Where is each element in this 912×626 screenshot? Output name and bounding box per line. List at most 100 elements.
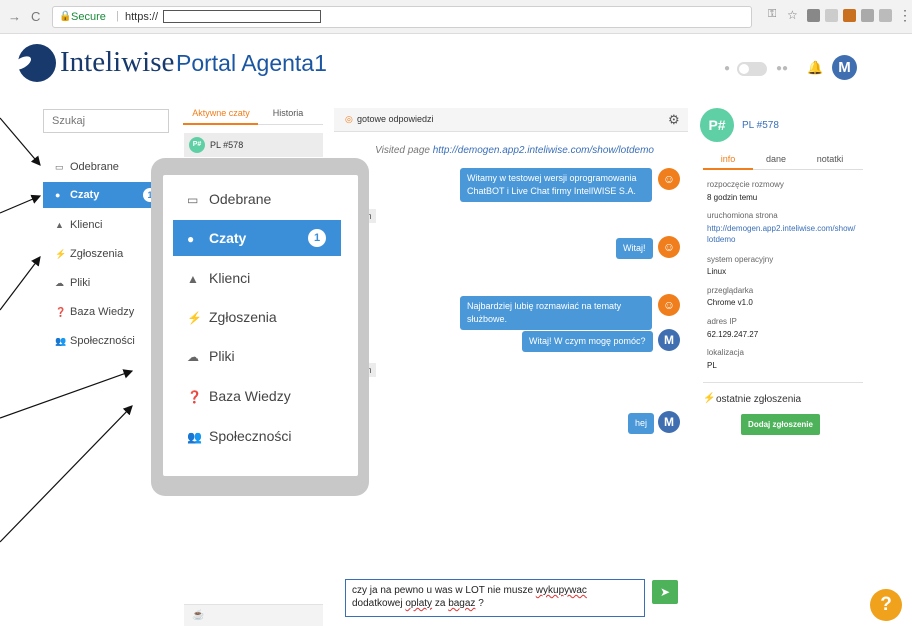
url-separator: | xyxy=(116,10,119,22)
sidebar-item-label: Pliki xyxy=(70,277,91,289)
tab-notatki[interactable]: notatki xyxy=(802,154,858,164)
tab-dane[interactable]: dane xyxy=(748,154,804,164)
info-link[interactable]: http://demogen.app2.inteliwise.com/show/… xyxy=(707,223,857,245)
info-value: PL xyxy=(707,361,717,370)
extension-icon[interactable] xyxy=(807,9,820,22)
zoom-item-label: Społeczności xyxy=(209,428,292,444)
chat-bubble-icon: ● xyxy=(55,190,61,200)
canned-responses-button[interactable]: gotowe odpowiedzi xyxy=(357,114,434,124)
composer-text: dodatkowej xyxy=(352,598,406,609)
visited-page-link[interactable]: http://demogen.app2.inteliwise.com/show/… xyxy=(433,145,654,156)
secure-label: Secure xyxy=(71,11,106,23)
tab-history[interactable]: Historia xyxy=(258,108,318,118)
composer-text: czy ja na pewno u was w LOT nie musze xyxy=(352,585,536,596)
info-value: Linux xyxy=(707,267,727,276)
sidebar-item-label: Klienci xyxy=(70,219,103,231)
star-icon[interactable]: ☆ xyxy=(787,8,798,22)
page-title: Portal Agenta1 xyxy=(176,50,327,76)
bot-avatar-icon: ☺ xyxy=(658,294,680,316)
zoom-item-label: Odebrane xyxy=(209,191,272,207)
active-tab-indicator xyxy=(703,168,753,170)
key-icon[interactable]: ⚿ xyxy=(768,8,776,21)
bot-avatar-icon: ☺ xyxy=(658,168,680,190)
visitor-avatar: P# xyxy=(700,108,734,142)
extension-icon[interactable] xyxy=(825,9,838,22)
user-icon: ▲ xyxy=(187,272,199,286)
info-label: adres IP xyxy=(707,317,737,326)
chat-list-item-label: PL #578 xyxy=(210,140,244,150)
coffee-icon[interactable]: ☕ xyxy=(192,610,204,621)
lightning-icon: ⚡ xyxy=(703,393,716,404)
users-icon: 👥 xyxy=(55,336,67,346)
sidebar-item-label: Baza Wiedzy xyxy=(70,306,135,318)
zoom-item-klienci[interactable]: ▲ Klienci xyxy=(173,260,341,296)
bot-avatar-icon: ☺ xyxy=(658,236,680,258)
message-composer[interactable]: czy ja na pewno u was w LOT nie musze wy… xyxy=(345,579,645,617)
misspelled-word: bagaz xyxy=(448,598,476,609)
sidebar-item-label: Czaty xyxy=(70,189,100,201)
zoom-item-czaty[interactable]: ● Czaty 1 xyxy=(173,220,341,256)
help-button[interactable]: ? xyxy=(870,589,902,621)
active-tab-indicator xyxy=(183,123,258,125)
zoom-item-odebrane[interactable]: ▭ Odebrane xyxy=(173,181,341,217)
address-bar[interactable]: 🔒 Secure | https:// xyxy=(52,6,752,28)
annotation-arrow xyxy=(0,194,42,214)
extension-icon[interactable] xyxy=(861,9,874,22)
user-icon: ▲ xyxy=(55,220,64,230)
canned-responses-icon: ◎ xyxy=(345,114,353,124)
message-bubble: Witaj! W czym mogę pomóc? xyxy=(522,331,653,352)
agent-avatar-icon: M xyxy=(658,329,680,351)
unread-badge: 1 xyxy=(308,229,326,247)
zoom-item-spolecznosci[interactable]: 👥 Społeczności xyxy=(173,418,341,454)
lightning-icon: ⚡ xyxy=(55,249,67,259)
cloud-icon: ☁ xyxy=(187,350,199,364)
logo-icon xyxy=(18,44,56,82)
annotation-arrow xyxy=(0,256,41,311)
send-button[interactable]: ➤ xyxy=(652,580,678,604)
chat-bubble-icon: ● xyxy=(187,232,195,246)
visitor-id: PL #578 xyxy=(742,120,779,131)
lock-icon: 🔒 xyxy=(59,11,72,22)
availability-toggle[interactable] xyxy=(737,62,767,76)
back-arrow-icon[interactable]: → xyxy=(8,9,21,24)
zoom-item-label: Baza Wiedzy xyxy=(209,388,291,404)
sidebar-item-label: Odebrane xyxy=(70,161,119,173)
message-bubble: Najbardziej lubię rozmawiać na tematy sł… xyxy=(460,296,652,330)
zoom-item-label: Pliki xyxy=(209,348,235,364)
zoom-item-zgloszenia[interactable]: ⚡ Zgłoszenia xyxy=(173,299,341,335)
send-icon: ➤ xyxy=(659,585,671,599)
search-input[interactable] xyxy=(43,109,169,133)
composer-text: ? xyxy=(475,598,484,609)
message-bubble: hej xyxy=(628,413,655,434)
composer-text: za xyxy=(432,598,449,609)
redacted-url xyxy=(163,10,321,23)
add-ticket-button[interactable]: Dodaj zgłoszenie xyxy=(741,414,820,435)
info-value: Chrome v1.0 xyxy=(707,298,753,307)
visited-prefix: Visited page xyxy=(375,145,433,156)
menu-icon[interactable]: ⋮ xyxy=(898,7,912,24)
user-status-icon: ● xyxy=(724,63,731,74)
info-value: 62.129.247.27 xyxy=(707,330,759,339)
zoom-item-pliki[interactable]: ☁ Pliki xyxy=(173,338,341,374)
info-value: 8 godzin temu xyxy=(707,193,758,202)
visited-page-notice: Visited page http://demogen.app2.inteliw… xyxy=(334,145,654,156)
tab-active-chats[interactable]: Aktywne czaty xyxy=(186,108,256,118)
users-icon: 👥 xyxy=(187,430,202,444)
extension-icon[interactable] xyxy=(879,9,892,22)
gear-icon[interactable]: ⚙ xyxy=(668,112,680,128)
panel-divider xyxy=(703,382,863,383)
annotation-arrow xyxy=(0,117,41,166)
sidebar-item-label: Społeczności xyxy=(70,335,135,347)
extension-icon[interactable] xyxy=(843,9,856,22)
message-bubble: Witaj! xyxy=(616,238,653,259)
bell-icon[interactable]: 🔔 xyxy=(807,60,823,76)
info-label: system operacyjny xyxy=(707,255,774,264)
agent-avatar[interactable]: M xyxy=(832,55,857,80)
sidebar-item-label: Zgłoszenia xyxy=(70,248,124,260)
info-label: uruchomiona strona xyxy=(707,211,778,220)
zoom-item-baza-wiedzy[interactable]: ❓ Baza Wiedzy xyxy=(173,378,341,414)
info-label: rozpoczęcie rozmowy xyxy=(707,180,784,189)
reload-icon[interactable]: C xyxy=(31,9,40,24)
visitor-avatar-small: P# xyxy=(189,137,205,153)
recent-tickets-heading: ostatnie zgłoszenia xyxy=(716,394,802,405)
